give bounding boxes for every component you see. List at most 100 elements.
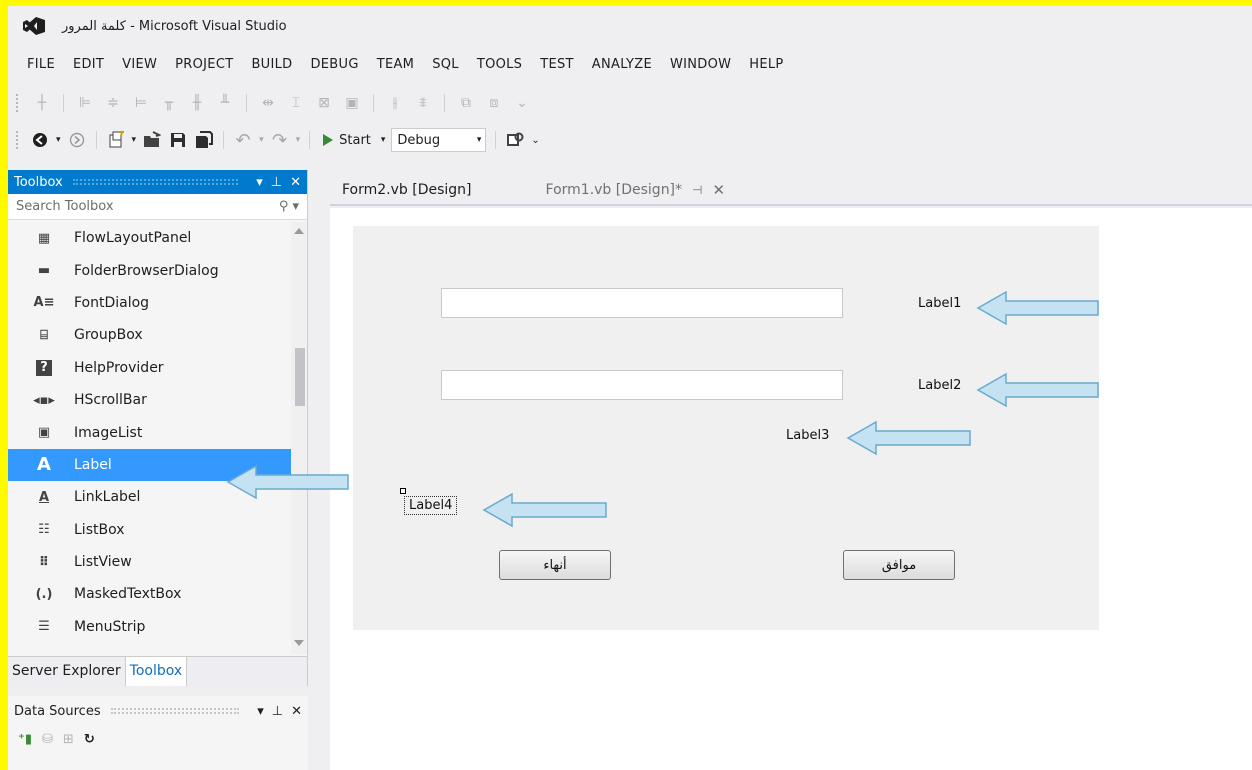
make-same-width-icon[interactable]: ⇹ — [258, 93, 278, 113]
vertical-spacing-icon[interactable]: ⩨ — [413, 93, 433, 113]
toolbar-grip[interactable] — [16, 131, 20, 149]
configure-dataset-icon[interactable]: ⊞ — [63, 732, 74, 747]
solution-configuration-select[interactable]: Debug ▾ — [391, 128, 487, 152]
toolbox-title: Toolbox — [14, 174, 63, 190]
align-middles-icon[interactable]: ╫ — [187, 93, 207, 113]
menu-build[interactable]: BUILD — [242, 57, 301, 72]
menu-window[interactable]: WINDOW — [661, 57, 740, 72]
toolbox-item-flowlayoutpanel[interactable]: ▦ FlowLayoutPanel — [8, 222, 294, 254]
find-in-files-icon[interactable] — [505, 130, 525, 150]
tab-form2-design[interactable]: Form2.vb [Design] — [330, 176, 484, 204]
exit-button[interactable]: أنهاء — [499, 550, 611, 580]
panel-dropdown-icon[interactable]: ▾ — [257, 704, 264, 719]
menu-sql[interactable]: SQL — [423, 57, 468, 72]
password-textbox-1[interactable] — [441, 288, 843, 318]
menu-help[interactable]: HELP — [740, 57, 792, 72]
pin-icon[interactable]: ⊥ — [272, 704, 283, 719]
toolbox-search-input[interactable]: Search Toolbox ⚲ ▾ — [8, 194, 307, 220]
size-to-grid-icon[interactable]: ⊠ — [314, 93, 334, 113]
menu-debug[interactable]: DEBUG — [301, 57, 367, 72]
close-icon[interactable]: ✕ — [290, 175, 301, 190]
selection-handle[interactable] — [400, 488, 406, 494]
start-button[interactable]: Start — [319, 133, 375, 148]
redo-icon[interactable]: ↷ — [270, 130, 290, 151]
toolbox-item-listview[interactable]: ⠿ ListView — [8, 546, 294, 578]
edit-dataset-icon[interactable]: ⛁ — [42, 732, 53, 747]
toolbox-item-label: ListView — [74, 554, 132, 571]
tab-form1-design[interactable]: Form1.vb [Design]* ⊣ ✕ — [534, 176, 738, 204]
scroll-up-icon[interactable] — [294, 228, 304, 234]
scroll-down-icon[interactable] — [294, 640, 304, 646]
search-icon[interactable]: ⚲ ▾ — [279, 199, 299, 214]
toolbox-item-folderbrowserdialog[interactable]: ▬ FolderBrowserDialog — [8, 254, 294, 286]
save-icon[interactable] — [168, 130, 188, 150]
toolbox-item-listbox[interactable]: ☷ ListBox — [8, 514, 294, 546]
label1[interactable]: Label1 — [918, 296, 961, 311]
align-to-grid-icon[interactable]: ┼ — [32, 93, 52, 113]
maskedtextbox-icon: (.) — [35, 586, 53, 602]
make-same-height-icon[interactable]: ⌶ — [286, 93, 306, 113]
undo-dropdown-icon[interactable]: ▾ — [259, 135, 264, 145]
menu-test[interactable]: TEST — [531, 57, 583, 72]
tab-toolbox[interactable]: Toolbox — [125, 657, 188, 686]
close-icon[interactable]: ✕ — [291, 704, 302, 719]
label2[interactable]: Label2 — [918, 378, 961, 393]
undo-icon[interactable]: ↶ — [233, 130, 253, 151]
save-all-icon[interactable] — [194, 130, 214, 150]
menu-tools[interactable]: TOOLS — [468, 57, 531, 72]
toolbox-item-helpprovider[interactable]: ? HelpProvider — [8, 352, 294, 384]
label4[interactable]: Label4 — [404, 496, 458, 515]
menu-team[interactable]: TEAM — [368, 57, 423, 72]
form-surface[interactable] — [353, 226, 1099, 630]
align-rights-icon[interactable]: ⊨ — [131, 93, 151, 113]
align-centers-icon[interactable]: ≑ — [103, 93, 123, 113]
make-same-size-icon[interactable]: ▣ — [342, 93, 362, 113]
standard-toolbar: ▾ ▾ ↶ ▾ ↷ ▾ Start ▾ Debug ▾ ⌄ — [8, 124, 1252, 156]
back-dropdown-icon[interactable]: ▾ — [56, 135, 61, 145]
navigate-back-icon[interactable] — [30, 130, 50, 150]
menu-project[interactable]: PROJECT — [166, 57, 242, 72]
ok-button[interactable]: موافق — [843, 550, 955, 580]
align-lefts-icon[interactable]: ⊫ — [75, 93, 95, 113]
menu-analyze[interactable]: ANALYZE — [583, 57, 661, 72]
toolbox-item-imagelist[interactable]: ▣ ImageList — [8, 416, 294, 448]
toolbar-overflow-icon[interactable]: ⌄ — [531, 135, 539, 146]
new-project-icon[interactable] — [106, 130, 126, 150]
panel-dropdown-icon[interactable]: ▾ — [256, 175, 263, 190]
navigate-forward-icon[interactable] — [67, 130, 87, 150]
toolbox-item-label: GroupBox — [74, 327, 143, 344]
password-textbox-2[interactable] — [441, 370, 843, 400]
align-tops-icon[interactable]: ╥ — [159, 93, 179, 113]
tab-server-explorer[interactable]: Server Explorer — [8, 657, 126, 686]
close-icon[interactable]: ✕ — [712, 181, 725, 199]
refresh-icon[interactable]: ↻ — [84, 732, 95, 747]
folderbrowserdialog-icon: ▬ — [37, 263, 51, 279]
open-file-icon[interactable] — [142, 130, 162, 150]
menu-file[interactable]: FILE — [18, 57, 64, 72]
pin-icon[interactable]: ⊣ — [692, 183, 702, 197]
bring-to-front-icon[interactable]: ⧉ — [456, 93, 476, 113]
toolbox-item-maskedtextbox[interactable]: (.) MaskedTextBox — [8, 578, 294, 610]
redo-dropdown-icon[interactable]: ▾ — [296, 135, 301, 145]
horizontal-spacing-icon[interactable]: ⫲ — [385, 93, 405, 113]
menu-edit[interactable]: EDIT — [64, 57, 113, 72]
start-dropdown-icon[interactable]: ▾ — [381, 135, 386, 145]
toolbox-item-menustrip[interactable]: ☰ MenuStrip — [8, 611, 294, 643]
scrollbar-thumb[interactable] — [295, 348, 305, 406]
toolbox-scrollbar[interactable] — [291, 222, 307, 654]
add-data-source-icon[interactable]: ⁺▮ — [18, 732, 32, 747]
toolbox-item-fontdialog[interactable]: A≡ FontDialog — [8, 287, 294, 319]
toolbar-overflow-icon[interactable]: ⌄ — [512, 93, 532, 113]
menu-view[interactable]: VIEW — [113, 57, 166, 72]
listview-icon: ⠿ — [38, 554, 50, 570]
toolbar-grip[interactable] — [16, 94, 20, 112]
label3[interactable]: Label3 — [786, 428, 829, 443]
chevron-down-icon: ▾ — [476, 135, 482, 145]
pin-icon[interactable]: ⊥ — [271, 175, 282, 190]
toolbox-item-hscrollbar[interactable]: ◂▪▸ HScrollBar — [8, 384, 294, 416]
new-dropdown-icon[interactable]: ▾ — [132, 135, 137, 145]
align-bottoms-icon[interactable]: ╨ — [215, 93, 235, 113]
toolbox-item-groupbox[interactable]: ⌸ GroupBox — [8, 319, 294, 351]
send-to-back-icon[interactable]: ⧈ — [484, 93, 504, 113]
helpprovider-icon: ? — [36, 359, 52, 376]
